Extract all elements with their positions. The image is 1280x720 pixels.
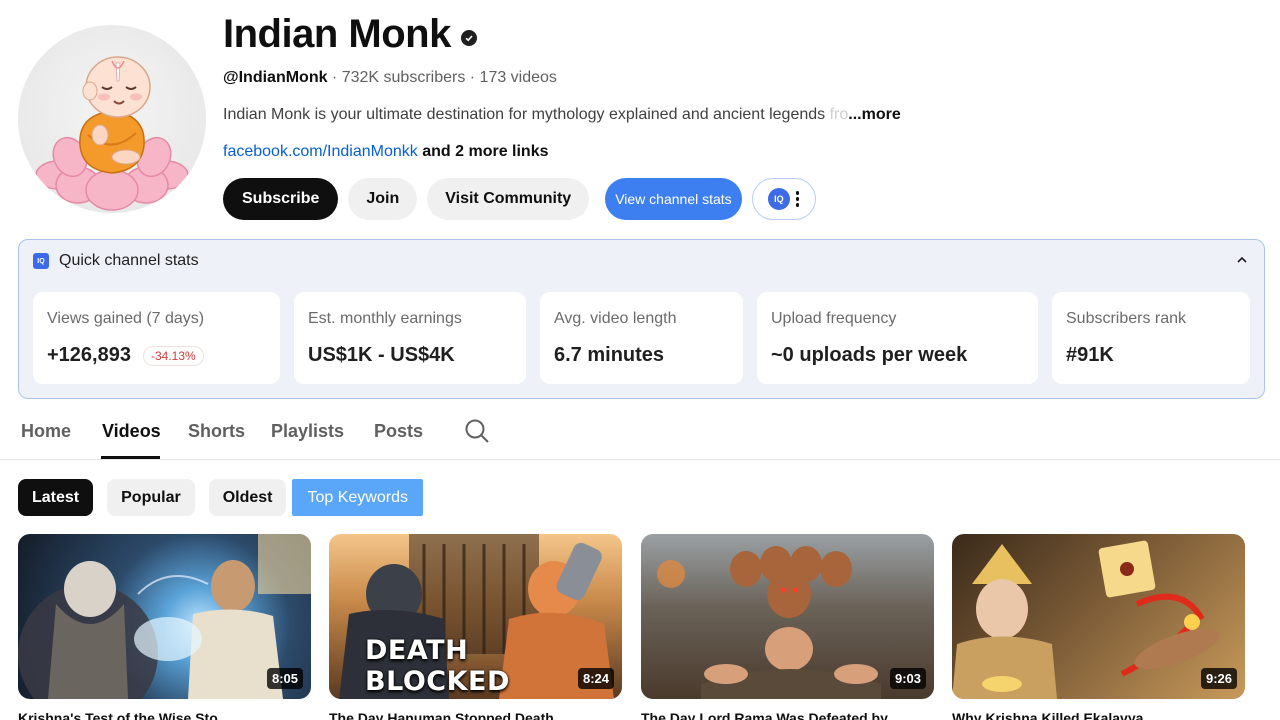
channel-options-button[interactable]: IQ — [751, 178, 816, 220]
stat-card-earnings: Est. monthly earnings US$1K - US$4K — [294, 292, 526, 384]
video-title[interactable]: Why Krishna Killed Ekalavya — [952, 710, 1245, 720]
kebab-icon — [795, 191, 800, 207]
video-duration: 8:05 — [266, 668, 303, 689]
channel-counts: · 732K subscribers · 173 videos — [327, 69, 557, 86]
stat-value: US$1K - US$4K — [308, 344, 455, 366]
tab-home[interactable]: Home — [21, 421, 71, 442]
chip-oldest[interactable]: Oldest — [208, 479, 287, 516]
stat-card-video-length: Avg. video length 6.7 minutes — [540, 292, 743, 384]
subscribe-button[interactable]: Subscribe — [223, 178, 339, 220]
video-title[interactable]: The Day Hanuman Stopped Death — [329, 710, 622, 720]
stat-label: Upload frequency — [771, 310, 897, 327]
stat-card-upload-frequency: Upload frequency ~0 uploads per week — [757, 292, 1038, 384]
visit-community-button[interactable]: Visit Community — [427, 178, 590, 220]
stat-card-views: Views gained (7 days) +126,893 -34.13% — [33, 292, 280, 384]
stats-panel-title: Quick channel stats — [59, 252, 199, 269]
stat-label: Views gained (7 days) — [47, 310, 205, 327]
video-title[interactable]: The Day Lord Rama Was Defeated by — [641, 710, 934, 720]
video-duration: 8:24 — [577, 668, 614, 689]
description-text: Indian Monk is your ultimate destination… — [223, 106, 830, 123]
video-duration: 9:03 — [889, 668, 926, 689]
more-link[interactable]: ...more — [848, 106, 900, 123]
iq-extension-icon: IQ — [767, 188, 790, 210]
description-fade-text: fro — [829, 106, 849, 123]
views-change-badge: -34.13% — [142, 345, 204, 366]
tab-shorts[interactable]: Shorts — [188, 421, 245, 442]
stats-panel-header[interactable]: IQ Quick channel stats — [33, 252, 199, 270]
chip-popular[interactable]: Popular — [107, 479, 195, 516]
channel-name: Indian Monk — [223, 12, 451, 56]
active-tab-indicator — [101, 456, 160, 459]
video-duration: 9:26 — [1200, 668, 1237, 689]
chip-latest[interactable]: Latest — [18, 479, 94, 516]
verified-icon — [460, 29, 477, 46]
video-thumbnail[interactable]: 9:03 — [641, 534, 934, 699]
join-button[interactable]: Join — [348, 178, 418, 220]
chevron-up-icon[interactable] — [1236, 254, 1248, 266]
video-thumbnail[interactable]: DEATH BLOCKED 8:24 — [329, 534, 622, 699]
channel-description[interactable]: Indian Monk is your ultimate destination… — [223, 106, 901, 124]
iq-logo-icon: IQ — [33, 253, 49, 269]
stat-value: #91K — [1066, 344, 1114, 366]
channel-actions: Subscribe Join Visit Community View chan… — [223, 178, 816, 220]
channel-meta: @IndianMonk · 732K subscribers · 173 vid… — [223, 69, 557, 87]
view-channel-stats-button[interactable]: View channel stats — [605, 178, 742, 220]
search-icon[interactable] — [464, 418, 490, 444]
channel-handle: @IndianMonk — [223, 69, 328, 86]
stat-value: ~0 uploads per week — [771, 344, 968, 366]
avatar-illustration — [35, 56, 189, 211]
channel-title: Indian Monk — [223, 12, 477, 57]
stat-label: Subscribers rank — [1066, 310, 1187, 327]
views-gained-value: +126,893 — [47, 344, 131, 366]
channel-tabs: Home Videos Shorts Playlists Posts — [0, 407, 1280, 460]
video-thumbnail[interactable]: 8:05 — [18, 534, 311, 699]
sort-chips: Latest Popular Oldest Top Keywords — [18, 479, 423, 516]
stat-value: 6.7 minutes — [554, 344, 665, 366]
facebook-link[interactable]: facebook.com/IndianMonkk — [223, 143, 418, 160]
tab-playlists[interactable]: Playlists — [271, 421, 344, 442]
channel-avatar[interactable] — [18, 25, 206, 213]
stat-label: Avg. video length — [554, 310, 677, 327]
video-title[interactable]: Krishna's Test of the Wise Sto — [18, 710, 311, 720]
chip-top-keywords[interactable]: Top Keywords — [292, 479, 423, 516]
tab-posts[interactable]: Posts — [374, 421, 423, 442]
stat-label: Est. monthly earnings — [308, 310, 462, 327]
channel-links: facebook.com/IndianMonkk and 2 more link… — [223, 143, 549, 161]
tab-videos[interactable]: Videos — [102, 421, 161, 442]
quick-channel-stats-panel: IQ Quick channel stats Views gained (7 d… — [18, 239, 1265, 399]
more-links-link[interactable]: and 2 more links — [418, 143, 548, 160]
video-thumbnail[interactable]: 9:26 — [952, 534, 1245, 699]
stat-card-subscribers-rank: Subscribers rank #91K — [1052, 292, 1250, 384]
stat-value: +126,893 -34.13% — [47, 344, 204, 367]
